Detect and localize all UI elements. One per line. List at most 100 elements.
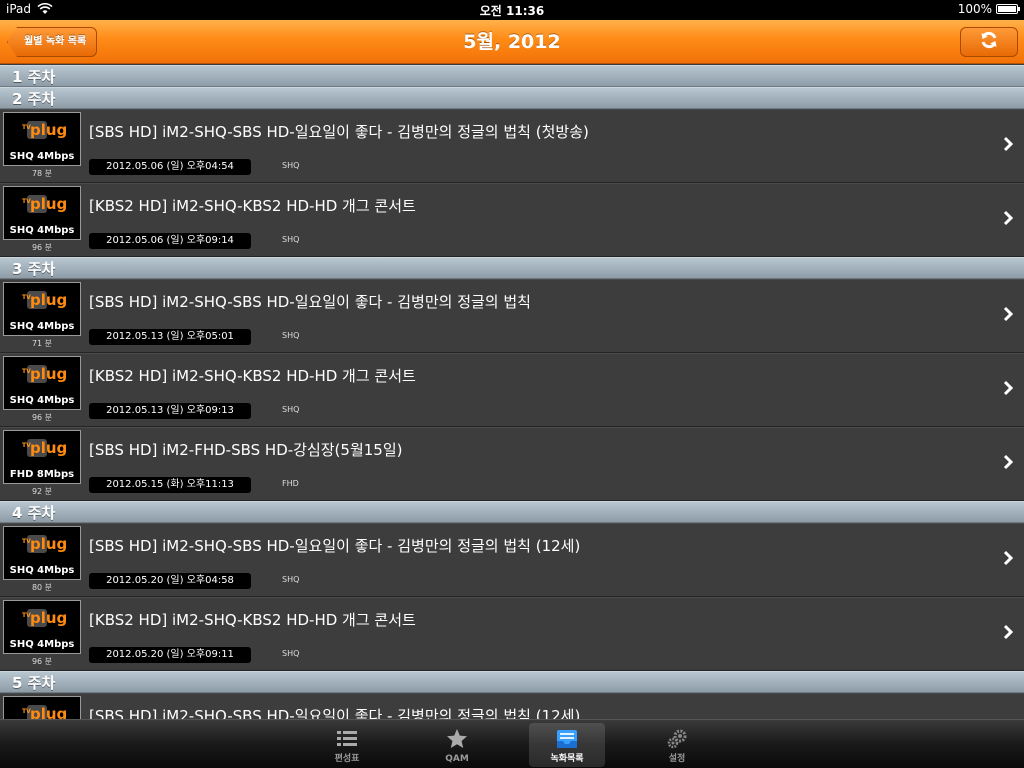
star-icon: [445, 727, 469, 751]
list-item[interactable]: TV plug SHQ 4Mbps 96 분 [KBS2 HD] iM2-SHQ-KBS…: [0, 597, 1024, 671]
chevron-right-icon: [1002, 306, 1014, 322]
tvplug-logo: TV plug: [10, 435, 76, 461]
svg-text:plug: plug: [30, 705, 67, 719]
quality-label: SHQ 4Mbps: [9, 151, 75, 162]
chevron-right-icon: [1002, 210, 1014, 226]
battery-percent: 100%: [957, 2, 992, 16]
list-icon: [335, 727, 359, 751]
svg-text:plug: plug: [30, 535, 67, 553]
recording-title: [SBS HD] iM2-FHD-SBS HD-강심장(5월15일): [89, 441, 403, 459]
quality-tag: SHQ: [282, 575, 300, 584]
list-item[interactable]: TVplugSHQ 4Mbps [SBS HD] iM2-SHQ-SBS HD-일…: [0, 693, 1024, 719]
thumbnail: TVplug SHQ 4Mbps: [3, 600, 81, 654]
chevron-right-icon: [1002, 624, 1014, 640]
refresh-icon: [979, 30, 999, 54]
thumbnail: TVplug SHQ 4Mbps: [3, 282, 81, 336]
gear-icon: [665, 727, 689, 751]
chevron-right-icon: [1002, 454, 1014, 470]
recording-date: 2012.05.13 (일) 오후05:01: [89, 329, 251, 345]
battery-icon: [996, 4, 1020, 14]
recording-date: 2012.05.06 (일) 오후09:14: [89, 233, 251, 249]
quality-label: SHQ 4Mbps: [9, 395, 75, 406]
recording-date: 2012.05.13 (일) 오후09:13: [89, 403, 251, 419]
week-header: 3 주차: [0, 257, 1024, 279]
recording-date: 2012.05.15 (화) 오후11:13: [89, 477, 251, 493]
recording-title: [SBS HD] iM2-SHQ-SBS HD-일요일이 좋다 - 김병만의 정…: [89, 293, 531, 311]
tvplug-logo: TV plug: [10, 701, 76, 719]
svg-text:plug: plug: [30, 439, 67, 457]
tvplug-logo: TV plug: [10, 191, 76, 217]
quality-label: FHD 8Mbps: [9, 469, 75, 480]
page-title: 5월, 2012: [463, 31, 561, 53]
inbox-icon: [555, 727, 579, 751]
svg-text:plug: plug: [30, 121, 67, 139]
status-time: 오전 11:36: [479, 4, 545, 18]
recording-title: [SBS HD] iM2-SHQ-SBS HD-일요일이 좋다 - 김병만의 정…: [89, 123, 589, 141]
refresh-button[interactable]: [960, 27, 1018, 57]
list-item[interactable]: TV plug SHQ 4Mbps 78 분 [SBS HD] iM2-SHQ-SBS …: [0, 109, 1024, 183]
tab-list[interactable]: 편성표: [309, 723, 385, 767]
chevron-right-icon: [1002, 380, 1014, 396]
quality-tag: SHQ: [282, 405, 300, 414]
quality-tag: SHQ: [282, 331, 300, 340]
thumbnail: TVplug SHQ 4Mbps: [3, 112, 81, 166]
status-bar: iPad 오전 11:36 100%: [0, 0, 1024, 20]
duration-label: 92 분: [31, 487, 53, 496]
svg-text:plug: plug: [30, 291, 67, 309]
recording-title: [SBS HD] iM2-SHQ-SBS HD-일요일이 좋다 - 김병만의 정…: [89, 537, 581, 555]
tab-label: 녹화목록: [550, 754, 584, 764]
tab-star[interactable]: QAM: [419, 723, 495, 767]
tvplug-logo: TV plug: [10, 605, 76, 631]
tab-bar: 편성표 QAM 녹화목록 설정: [0, 719, 1024, 768]
recording-date: 2012.05.20 (일) 오후04:58: [89, 573, 251, 589]
tab-inbox[interactable]: 녹화목록: [529, 723, 605, 767]
tab-label: 설정: [668, 754, 686, 764]
tvplug-logo: TV plug: [10, 117, 76, 143]
svg-text:plug: plug: [30, 609, 67, 627]
quality-tag: SHQ: [282, 235, 300, 244]
week-header: 5 주차: [0, 671, 1024, 693]
recording-title: [KBS2 HD] iM2-SHQ-KBS2 HD-HD 개그 콘서트: [89, 367, 416, 385]
duration-label: 80 분: [31, 583, 53, 592]
thumbnail: TV plug FHD 8Mbps: [3, 430, 81, 484]
tab-gear[interactable]: 설정: [639, 723, 715, 767]
recording-date: 2012.05.20 (일) 오후09:11: [89, 647, 251, 663]
quality-label: SHQ 4Mbps: [9, 321, 75, 332]
tab-label: 편성표: [334, 754, 360, 764]
tvplug-logo: TV plug: [10, 287, 76, 313]
nav-bar: 월별 녹화 목록 5월, 2012: [0, 20, 1024, 64]
thumbnail: TVplug SHQ 4Mbps: [3, 526, 81, 580]
list-item[interactable]: TV plug SHQ 4Mbps 96 분 [KBS2 HD] iM2-SHQ-KBS…: [0, 183, 1024, 257]
svg-text:plug: plug: [30, 195, 67, 213]
duration-label: 96 분: [31, 243, 53, 252]
thumbnail: TVplugSHQ 4Mbps: [3, 696, 81, 719]
duration-label: 96 분: [31, 657, 53, 666]
recording-date: 2012.05.06 (일) 오후04:54: [89, 159, 251, 175]
recording-title: [SBS HD] iM2-SHQ-SBS HD-일요일이 좋다 - 김병만의 정…: [89, 707, 581, 719]
tab-label: QAM: [445, 754, 469, 764]
recording-title: [KBS2 HD] iM2-SHQ-KBS2 HD-HD 개그 콘서트: [89, 197, 416, 215]
quality-tag: SHQ: [282, 161, 300, 170]
tvplug-logo: TV plug: [10, 361, 76, 387]
list-item[interactable]: TV plug SHQ 4Mbps 80 분 [SBS HD] iM2-SHQ-SBS …: [0, 523, 1024, 597]
thumbnail: TVplug SHQ 4Mbps: [3, 356, 81, 410]
week-header: 1 주차: [0, 65, 1024, 87]
chevron-right-icon: [1002, 136, 1014, 152]
duration-label: 78 분: [31, 169, 53, 178]
week-header: 2 주차: [0, 87, 1024, 109]
list-item[interactable]: TV plug SHQ 4Mbps 96 분 [KBS2 HD] iM2-SHQ-KBS…: [0, 353, 1024, 427]
duration-label: 71 분: [31, 339, 53, 348]
quality-label: SHQ 4Mbps: [9, 639, 75, 650]
quality-tag: FHD: [282, 479, 299, 488]
quality-label: SHQ 4Mbps: [9, 225, 75, 236]
quality-label: SHQ 4Mbps: [9, 565, 75, 576]
chevron-right-icon: [1002, 550, 1014, 566]
thumbnail: TVplug SHQ 4Mbps: [3, 186, 81, 240]
app-window: iPad 오전 11:36 100% 월별 녹화 목록 5월, 2012 1 주…: [0, 0, 1024, 768]
list-item[interactable]: TV plug FHD 8Mbps 92 분 [SBS HD] iM2-FHD-SBS …: [0, 427, 1024, 501]
quality-tag: SHQ: [282, 649, 300, 658]
recording-list[interactable]: 1 주차 2 주차 TV plug SHQ 4Mbps 78 분 [SBS HD] iM2-…: [0, 65, 1024, 719]
week-header: 4 주차: [0, 501, 1024, 523]
tvplug-logo: TV plug: [10, 531, 76, 557]
list-item[interactable]: TV plug SHQ 4Mbps 71 분 [SBS HD] iM2-SHQ-SBS …: [0, 279, 1024, 353]
